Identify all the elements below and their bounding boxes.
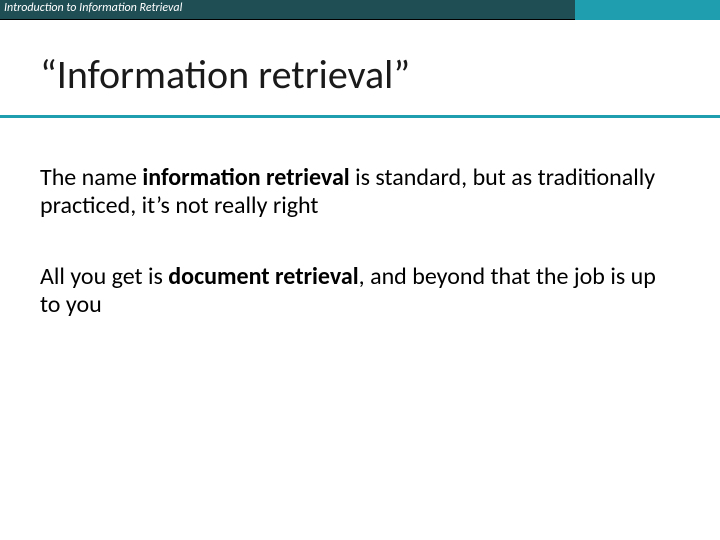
header-bar: Introduction to Information Retrieval: [0, 0, 720, 20]
title-area: “Information retrieval”: [0, 20, 720, 109]
paragraph-1: The name information retrieval is standa…: [40, 164, 670, 221]
p2-bold-1: document retrieval: [168, 262, 358, 291]
p1-text-1: The name: [40, 163, 142, 192]
p1-bold-1: information retrieval: [142, 163, 349, 192]
paragraph-2: All you get is document retrieval, and b…: [40, 263, 670, 320]
header-label: Introduction to Information Retrieval: [0, 0, 575, 20]
content-area: The name information retrieval is standa…: [0, 118, 720, 319]
slide-title: “Information retrieval”: [40, 50, 720, 99]
p2-text-1: All you get is: [40, 262, 168, 291]
header-accent: [575, 0, 720, 20]
